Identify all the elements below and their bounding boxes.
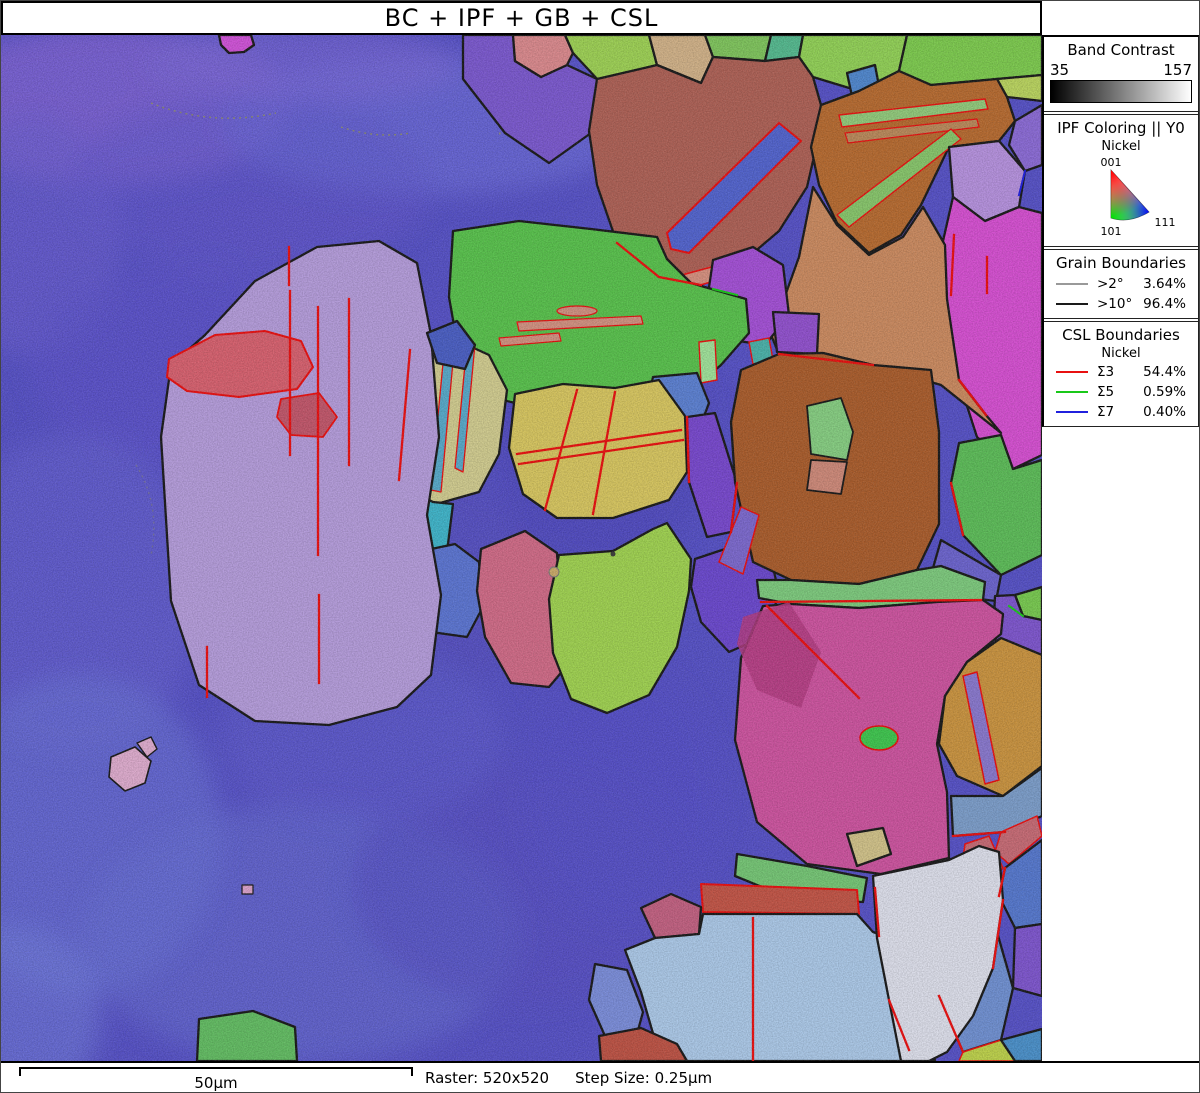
band-contrast-gradient — [1050, 80, 1192, 103]
ebsd-map-window: BC + IPF + GB + CSL — [0, 0, 1200, 1093]
legend-ipf: IPF Coloring || Y0 Nickel — [1044, 115, 1198, 246]
sigma3-line-swatch — [1056, 371, 1088, 373]
legend-row-sigma7: Σ7 0.40% — [1048, 402, 1194, 422]
ipf-phase: Nickel — [1048, 139, 1194, 154]
raster-info: Raster: 520x520 Step Size: 0.25µm — [425, 1063, 712, 1092]
ipf-pole-001-label: 001 — [1101, 156, 1122, 169]
gb10-label: >10° — [1097, 296, 1132, 312]
page-title: BC + IPF + GB + CSL — [385, 4, 659, 32]
sigma5-value: 0.59% — [1143, 384, 1186, 400]
sigma7-label: Σ7 — [1097, 404, 1114, 420]
csl-phase: Nickel — [1048, 346, 1194, 361]
grain-boundaries-title: Grain Boundaries — [1048, 254, 1194, 272]
map-viewport[interactable] — [1, 35, 1042, 1061]
band-contrast-min: 35 — [1050, 61, 1069, 79]
legend-panel: Band Contrast 35 157 IPF Coloring || Y0 … — [1042, 35, 1199, 427]
step-size: Step Size: 0.25µm — [575, 1069, 712, 1087]
ipf-title: IPF Coloring || Y0 — [1048, 119, 1194, 137]
band-contrast-title: Band Contrast — [1048, 41, 1194, 59]
sigma5-label: Σ5 — [1097, 384, 1114, 400]
ipf-pole-111-label: 111 — [1155, 216, 1176, 229]
gb2-label: >2° — [1097, 276, 1124, 292]
legend-row-gb2: >2° 3.64% — [1048, 274, 1194, 294]
gb2-value: 3.64% — [1143, 276, 1186, 292]
ipf-triangle: 001 101 111 — [1051, 156, 1191, 240]
title-bar: BC + IPF + GB + CSL — [1, 1, 1042, 35]
status-bar: 50µm Raster: 520x520 Step Size: 0.25µm — [1, 1061, 1200, 1093]
band-contrast-max: 157 — [1163, 61, 1192, 79]
csl-boundaries-title: CSL Boundaries — [1048, 326, 1194, 344]
legend-csl-boundaries: CSL Boundaries Nickel Σ3 54.4% Σ5 0.59% … — [1044, 322, 1198, 426]
noise-overlay-light — [1, 35, 1042, 1061]
sigma5-line-swatch — [1056, 391, 1088, 393]
gb2-line-swatch — [1056, 283, 1088, 285]
sigma7-value: 0.40% — [1143, 404, 1186, 420]
raster-size: Raster: 520x520 — [425, 1069, 549, 1087]
sigma7-line-swatch — [1056, 411, 1088, 413]
sigma3-value: 54.4% — [1143, 364, 1186, 380]
sigma3-label: Σ3 — [1097, 364, 1114, 380]
gb10-line-swatch — [1056, 303, 1088, 305]
legend-row-sigma3: Σ3 54.4% — [1048, 362, 1194, 382]
ebsd-map-canvas[interactable] — [1, 35, 1042, 1061]
gb10-value: 96.4% — [1143, 296, 1186, 312]
legend-row-sigma5: Σ5 0.59% — [1048, 382, 1194, 402]
legend-grain-boundaries: Grain Boundaries >2° 3.64% >10° 96.4% — [1044, 250, 1198, 318]
scale-bar-label: 50µm — [19, 1074, 413, 1092]
legend-row-gb10: >10° 96.4% — [1048, 294, 1194, 314]
ipf-pole-101-label: 101 — [1101, 225, 1122, 238]
band-contrast-range: 35 157 — [1048, 61, 1194, 79]
ipf-triangle-shape — [1111, 170, 1149, 220]
ipf-color-key: 001 101 111 — [1048, 155, 1194, 242]
legend-band-contrast: Band Contrast 35 157 — [1044, 37, 1198, 111]
